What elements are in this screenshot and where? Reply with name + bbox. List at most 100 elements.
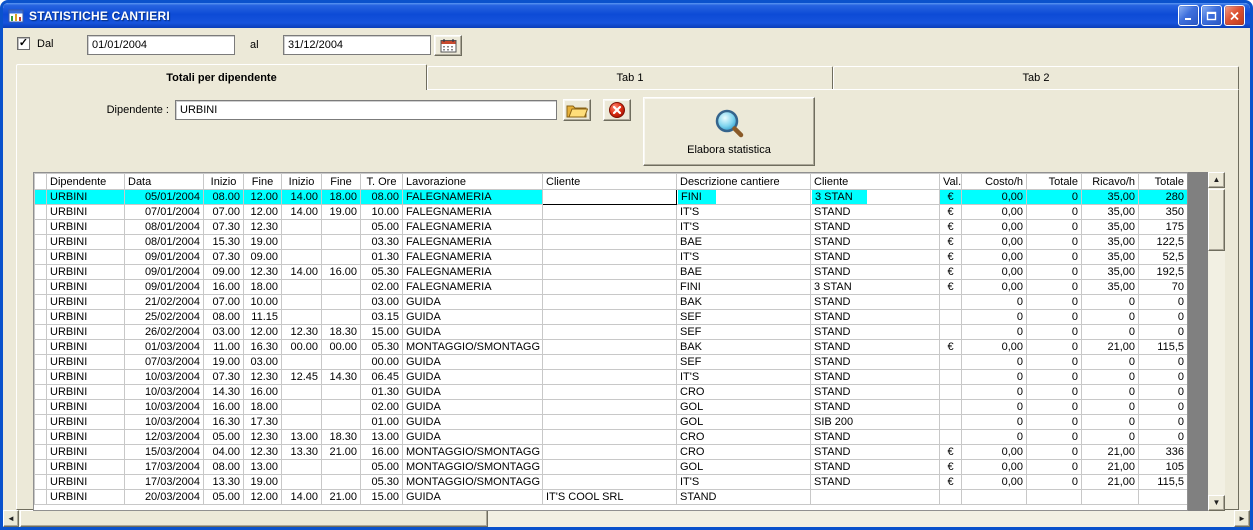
cell[interactable]: GUIDA [402, 354, 543, 370]
cell[interactable]: 04.00 [203, 444, 244, 460]
cell[interactable] [321, 249, 361, 265]
cell[interactable]: 11.15 [243, 309, 282, 325]
cell[interactable]: 01.00 [360, 414, 403, 430]
cell[interactable] [321, 234, 361, 250]
cell[interactable]: 35,00 [1081, 264, 1139, 280]
cell[interactable]: SEF [676, 309, 811, 325]
statistics-grid[interactable]: Dipendente Data Inizio Fine Inizio Fine T. Ore… [33, 172, 1188, 511]
table-row[interactable]: URBINI 10/03/2004 14.30 16.00 01.30 GUIDA CRO S… [34, 384, 1187, 400]
cell[interactable]: URBINI [46, 309, 125, 325]
cell[interactable]: 16.00 [203, 279, 244, 295]
titlebar[interactable]: STATISTICHE CANTIERI [3, 3, 1250, 28]
cell[interactable]: 06.45 [360, 369, 403, 385]
cell[interactable]: 03.00 [360, 294, 403, 310]
cell[interactable] [321, 399, 361, 415]
cell[interactable]: 02.00 [360, 279, 403, 295]
cell[interactable]: FALEGNAMERIA [402, 264, 543, 280]
table-row[interactable]: URBINI 09/01/2004 07.30 09.00 01.30 FALEGNAME… [34, 249, 1187, 265]
v-scroll-thumb[interactable] [1208, 189, 1225, 251]
cell[interactable] [34, 339, 47, 355]
cell[interactable]: 21.00 [321, 489, 361, 505]
table-row[interactable]: URBINI 17/03/2004 13.30 19.00 05.30 MONTAGGIO… [34, 474, 1187, 490]
cell[interactable]: 0 [1026, 339, 1082, 355]
cell[interactable]: 0 [1081, 384, 1139, 400]
cell[interactable]: 0,00 [961, 189, 1027, 205]
cell[interactable] [34, 294, 47, 310]
cell[interactable]: 192,5 [1138, 264, 1187, 280]
cell[interactable]: GUIDA [402, 429, 543, 445]
cell[interactable]: 03.00 [203, 324, 244, 340]
cell[interactable] [34, 444, 47, 460]
cell[interactable]: 18.30 [321, 429, 361, 445]
cell[interactable]: 52,5 [1138, 249, 1187, 265]
cell[interactable]: € [939, 249, 962, 265]
cell[interactable]: 0 [961, 399, 1027, 415]
cell[interactable] [281, 309, 322, 325]
cell[interactable]: URBINI [46, 279, 125, 295]
tab-totali-per-dipendente[interactable]: Totali per dipendente [16, 64, 427, 90]
cell[interactable]: 19.00 [321, 204, 361, 220]
cell[interactable]: GUIDA [402, 414, 543, 430]
cell[interactable]: € [939, 474, 962, 490]
cell[interactable]: 10/03/2004 [124, 369, 204, 385]
cell[interactable]: GUIDA [402, 384, 543, 400]
cell[interactable]: 12.00 [243, 324, 282, 340]
scroll-up-button[interactable] [1208, 172, 1225, 188]
cell[interactable]: 09/01/2004 [124, 249, 204, 265]
cell[interactable] [34, 384, 47, 400]
cell[interactable]: 0 [1026, 309, 1082, 325]
cell[interactable] [542, 474, 677, 490]
cell[interactable]: URBINI [46, 489, 125, 505]
cell[interactable]: SIB 200 [810, 414, 940, 430]
cell[interactable]: 0 [1026, 369, 1082, 385]
cell[interactable] [321, 279, 361, 295]
cell[interactable]: 0 [961, 414, 1027, 430]
cell[interactable]: STAND [810, 474, 940, 490]
cell[interactable]: URBINI [46, 324, 125, 340]
cell[interactable]: 09.00 [203, 264, 244, 280]
cell[interactable]: STAND [810, 204, 940, 220]
cell[interactable] [542, 354, 677, 370]
cell[interactable]: GUIDA [402, 369, 543, 385]
cell[interactable]: STAND [810, 384, 940, 400]
cell[interactable] [939, 414, 962, 430]
cell[interactable]: URBINI [46, 474, 125, 490]
cell[interactable]: URBINI [46, 414, 125, 430]
cell[interactable] [542, 219, 677, 235]
date-from-input[interactable] [87, 35, 235, 55]
cell[interactable] [542, 444, 677, 460]
cell[interactable]: 0,00 [961, 459, 1027, 475]
cell[interactable]: BAE [676, 264, 811, 280]
cell[interactable]: 0 [1026, 249, 1082, 265]
cell[interactable]: STAND [810, 324, 940, 340]
cell[interactable] [34, 249, 47, 265]
cell[interactable]: 17.30 [243, 414, 282, 430]
cell[interactable]: STAND [810, 294, 940, 310]
scroll-down-button[interactable] [1208, 495, 1225, 511]
cell[interactable]: 0 [961, 309, 1027, 325]
cell[interactable]: 00.00 [360, 354, 403, 370]
cell[interactable]: IT'S [676, 204, 811, 220]
cell[interactable]: 12/03/2004 [124, 429, 204, 445]
cell[interactable]: 35,00 [1081, 189, 1139, 205]
cell[interactable]: GOL [676, 459, 811, 475]
cell[interactable]: 21,00 [1081, 474, 1139, 490]
cell[interactable] [321, 219, 361, 235]
cell[interactable]: MONTAGGIO/SMONTAGG [402, 339, 543, 355]
cell[interactable]: 70 [1138, 279, 1187, 295]
cell[interactable]: 10/03/2004 [124, 399, 204, 415]
cell[interactable]: STAND [810, 399, 940, 415]
cell[interactable]: 18.00 [243, 279, 282, 295]
cell[interactable]: GUIDA [402, 324, 543, 340]
cell[interactable] [34, 474, 47, 490]
cell[interactable] [321, 474, 361, 490]
cell[interactable]: 175 [1138, 219, 1187, 235]
cell[interactable] [281, 354, 322, 370]
cell[interactable]: 0 [1026, 354, 1082, 370]
cell[interactable]: STAND [810, 429, 940, 445]
cell[interactable]: 16.00 [321, 264, 361, 280]
cell[interactable] [542, 414, 677, 430]
cell[interactable]: FALEGNAMERIA [402, 189, 543, 205]
cell[interactable]: 07.30 [203, 249, 244, 265]
cell[interactable]: MONTAGGIO/SMONTAGG [402, 444, 543, 460]
